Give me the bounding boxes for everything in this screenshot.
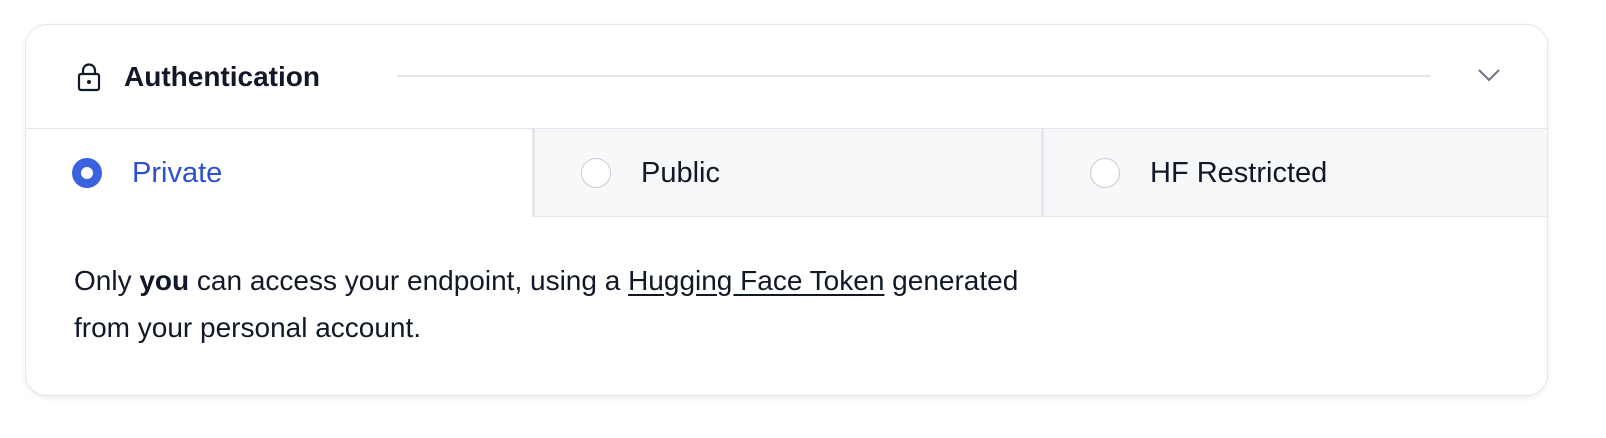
tab-public[interactable]: Public <box>532 129 1041 217</box>
description-emphasis: you <box>139 265 190 296</box>
chevron-down-icon[interactable] <box>1477 67 1501 83</box>
tab-private-label: Private <box>132 157 223 189</box>
lock-icon <box>77 63 101 92</box>
authentication-card: Authentication Private Public HF Restric… <box>25 24 1548 396</box>
hugging-face-token-link[interactable]: Hugging Face Token <box>628 265 884 296</box>
section-title: Authentication <box>124 61 320 92</box>
authentication-header[interactable]: Authentication <box>26 25 1547 129</box>
auth-options: Private Public HF Restricted <box>26 129 1547 217</box>
description-text: Only <box>74 265 140 296</box>
private-radio[interactable] <box>72 158 102 188</box>
tab-public-label: Public <box>641 157 720 189</box>
public-radio[interactable] <box>581 158 611 188</box>
tab-private[interactable]: Private <box>26 129 532 217</box>
auth-description: Only you can access your endpoint, using… <box>74 257 1074 351</box>
description-text: can access your endpoint, using a <box>189 265 629 296</box>
header-divider <box>397 75 1431 77</box>
tab-hf-restricted-label: HF Restricted <box>1150 157 1328 189</box>
hf-restricted-radio[interactable] <box>1090 158 1120 188</box>
description-text: generated <box>884 265 1019 296</box>
tab-hf-restricted[interactable]: HF Restricted <box>1041 129 1547 217</box>
description-text-line2: from your personal account. <box>74 312 422 343</box>
